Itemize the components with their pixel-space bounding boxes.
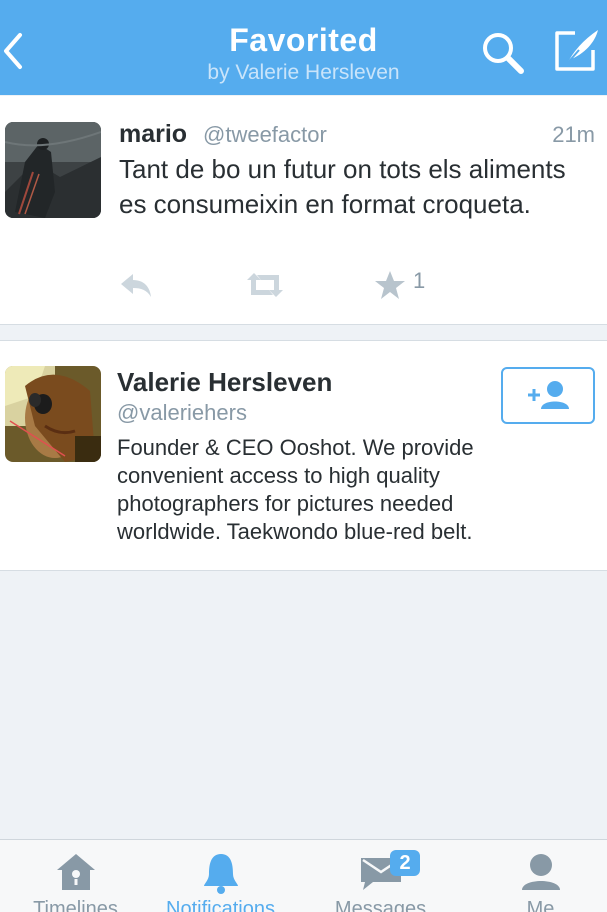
avatar[interactable] [5, 122, 101, 218]
profile-name[interactable]: Valerie Hersleven [117, 367, 332, 398]
reply-button[interactable] [119, 270, 153, 300]
follow-button[interactable] [501, 367, 595, 424]
favorite-count: 1 [413, 268, 426, 293]
home-icon [56, 854, 95, 890]
retweet-icon [247, 273, 283, 297]
tweet-text: Tant de bo un futur on tots els aliments… [119, 154, 566, 219]
messages-badge: 2 [390, 850, 420, 876]
tab-messages[interactable]: Messages [305, 840, 456, 912]
person-icon [521, 854, 560, 890]
tab-label: Me [526, 898, 555, 912]
user-photo [5, 122, 101, 218]
compose-button[interactable] [553, 26, 601, 74]
favoriter-profile-card[interactable]: Valerie Hersleven @valeriehers Founder &… [0, 340, 607, 571]
favorited-tweet[interactable]: mario @tweefactor 21m Tant de bo un futu… [0, 96, 607, 325]
search-icon [483, 33, 524, 74]
tab-timelines[interactable]: Timelines [0, 840, 151, 912]
tweet-author-handle[interactable]: @tweefactor [203, 122, 327, 148]
favorite-button[interactable] [374, 270, 406, 300]
star-icon [375, 271, 405, 299]
tab-label: Messages [334, 898, 427, 912]
tab-label: Timelines [33, 898, 118, 912]
tweet-timestamp: 21m [552, 122, 595, 147]
user-photo [5, 366, 101, 462]
tweet-author-name[interactable]: mario [119, 120, 187, 149]
tab-label: Notifications [166, 898, 275, 912]
tab-bar: Timelines Notifications Messages Me 2 [0, 839, 607, 912]
compose-icon [555, 30, 598, 71]
avatar[interactable] [5, 366, 101, 462]
bell-icon [203, 854, 238, 894]
profile-handle[interactable]: @valeriehers [117, 400, 247, 426]
add-user-icon [528, 381, 569, 409]
retweet-button[interactable] [245, 270, 285, 300]
tab-me[interactable]: Me [465, 840, 607, 912]
profile-bio: Founder & CEO Ooshot. We provide conveni… [117, 435, 474, 544]
search-button[interactable] [478, 28, 528, 78]
navigation-header: Favorited by Valerie Hersleven [0, 0, 607, 95]
reply-icon [121, 274, 151, 297]
tab-notifications[interactable]: Notifications [145, 840, 296, 912]
